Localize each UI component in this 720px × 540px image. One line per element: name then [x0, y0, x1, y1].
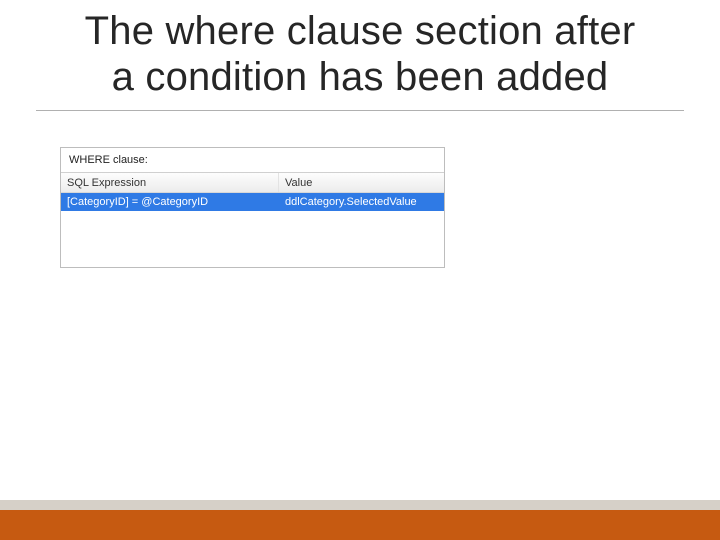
title-underline — [36, 110, 684, 111]
grid-body: [CategoryID] = @CategoryID ddlCategory.S… — [61, 193, 444, 267]
slide: The where clause section after a conditi… — [0, 0, 720, 540]
where-clause-grid[interactable]: SQL Expression Value [CategoryID] = @Cat… — [61, 172, 444, 267]
title-line-2: a condition has been added — [112, 55, 609, 99]
where-clause-panel-wrap: WHERE clause: SQL Expression Value [Cate… — [60, 147, 445, 268]
where-clause-panel: WHERE clause: SQL Expression Value [Cate… — [60, 147, 445, 268]
footer-accent-main — [0, 510, 720, 540]
where-clause-label: WHERE clause: — [61, 148, 444, 172]
table-row[interactable]: [CategoryID] = @CategoryID ddlCategory.S… — [61, 193, 444, 211]
footer-accent-top — [0, 500, 720, 510]
slide-footer — [0, 500, 720, 540]
cell-value: ddlCategory.SelectedValue — [279, 196, 444, 208]
title-line-1: The where clause section after — [85, 9, 636, 53]
column-header-sql-expression[interactable]: SQL Expression — [61, 173, 279, 192]
grid-header: SQL Expression Value — [61, 173, 444, 193]
column-header-value[interactable]: Value — [279, 177, 444, 189]
slide-title: The where clause section after a conditi… — [0, 0, 720, 104]
cell-sql-expression: [CategoryID] = @CategoryID — [61, 193, 279, 211]
